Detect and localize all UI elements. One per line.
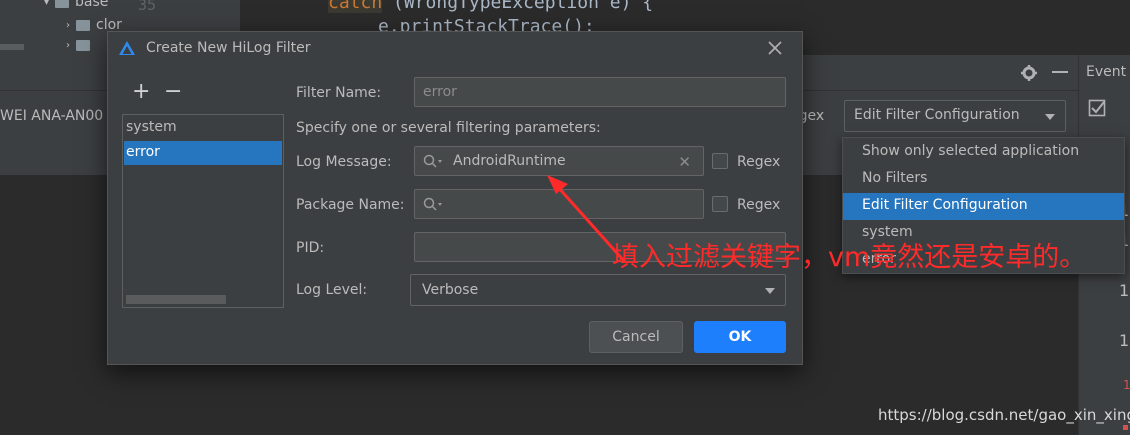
annotation-text: 填入过滤关键字，vm竟然还是安卓的。	[612, 242, 1087, 273]
watermark: https://blog.csdn.net/gao_xin_xing	[878, 406, 1130, 424]
annotation-arrow	[547, 175, 627, 264]
